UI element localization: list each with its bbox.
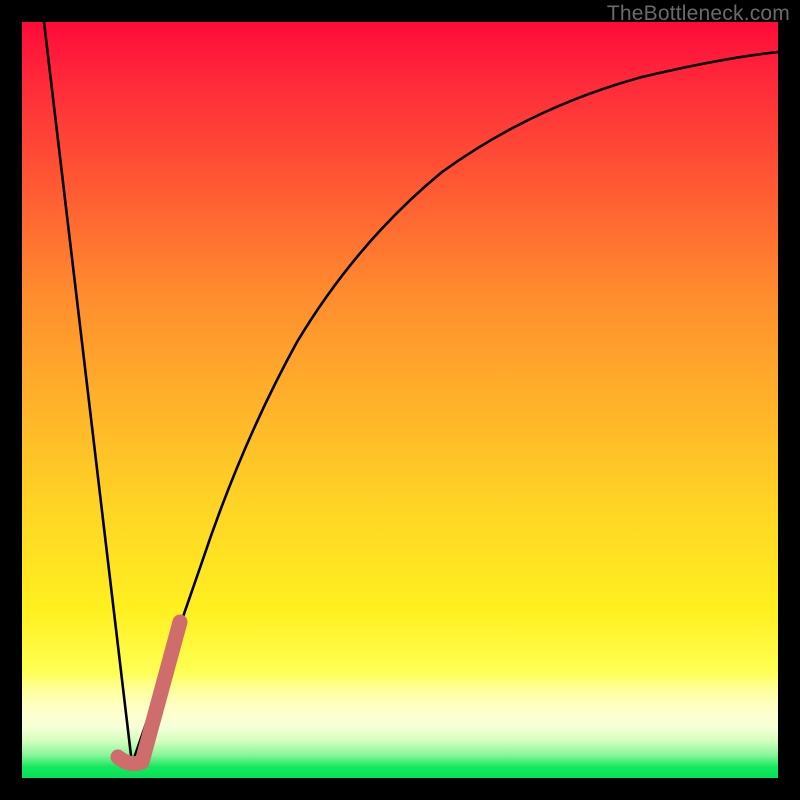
- right-curve-line: [132, 52, 778, 764]
- watermark-text: TheBottleneck.com: [607, 2, 790, 26]
- chart-frame: TheBottleneck.com: [0, 0, 800, 800]
- left-descent-line: [44, 22, 132, 764]
- curve-layer: [22, 22, 778, 778]
- hook-overlay-line: [118, 622, 180, 764]
- plot-area: [22, 22, 778, 778]
